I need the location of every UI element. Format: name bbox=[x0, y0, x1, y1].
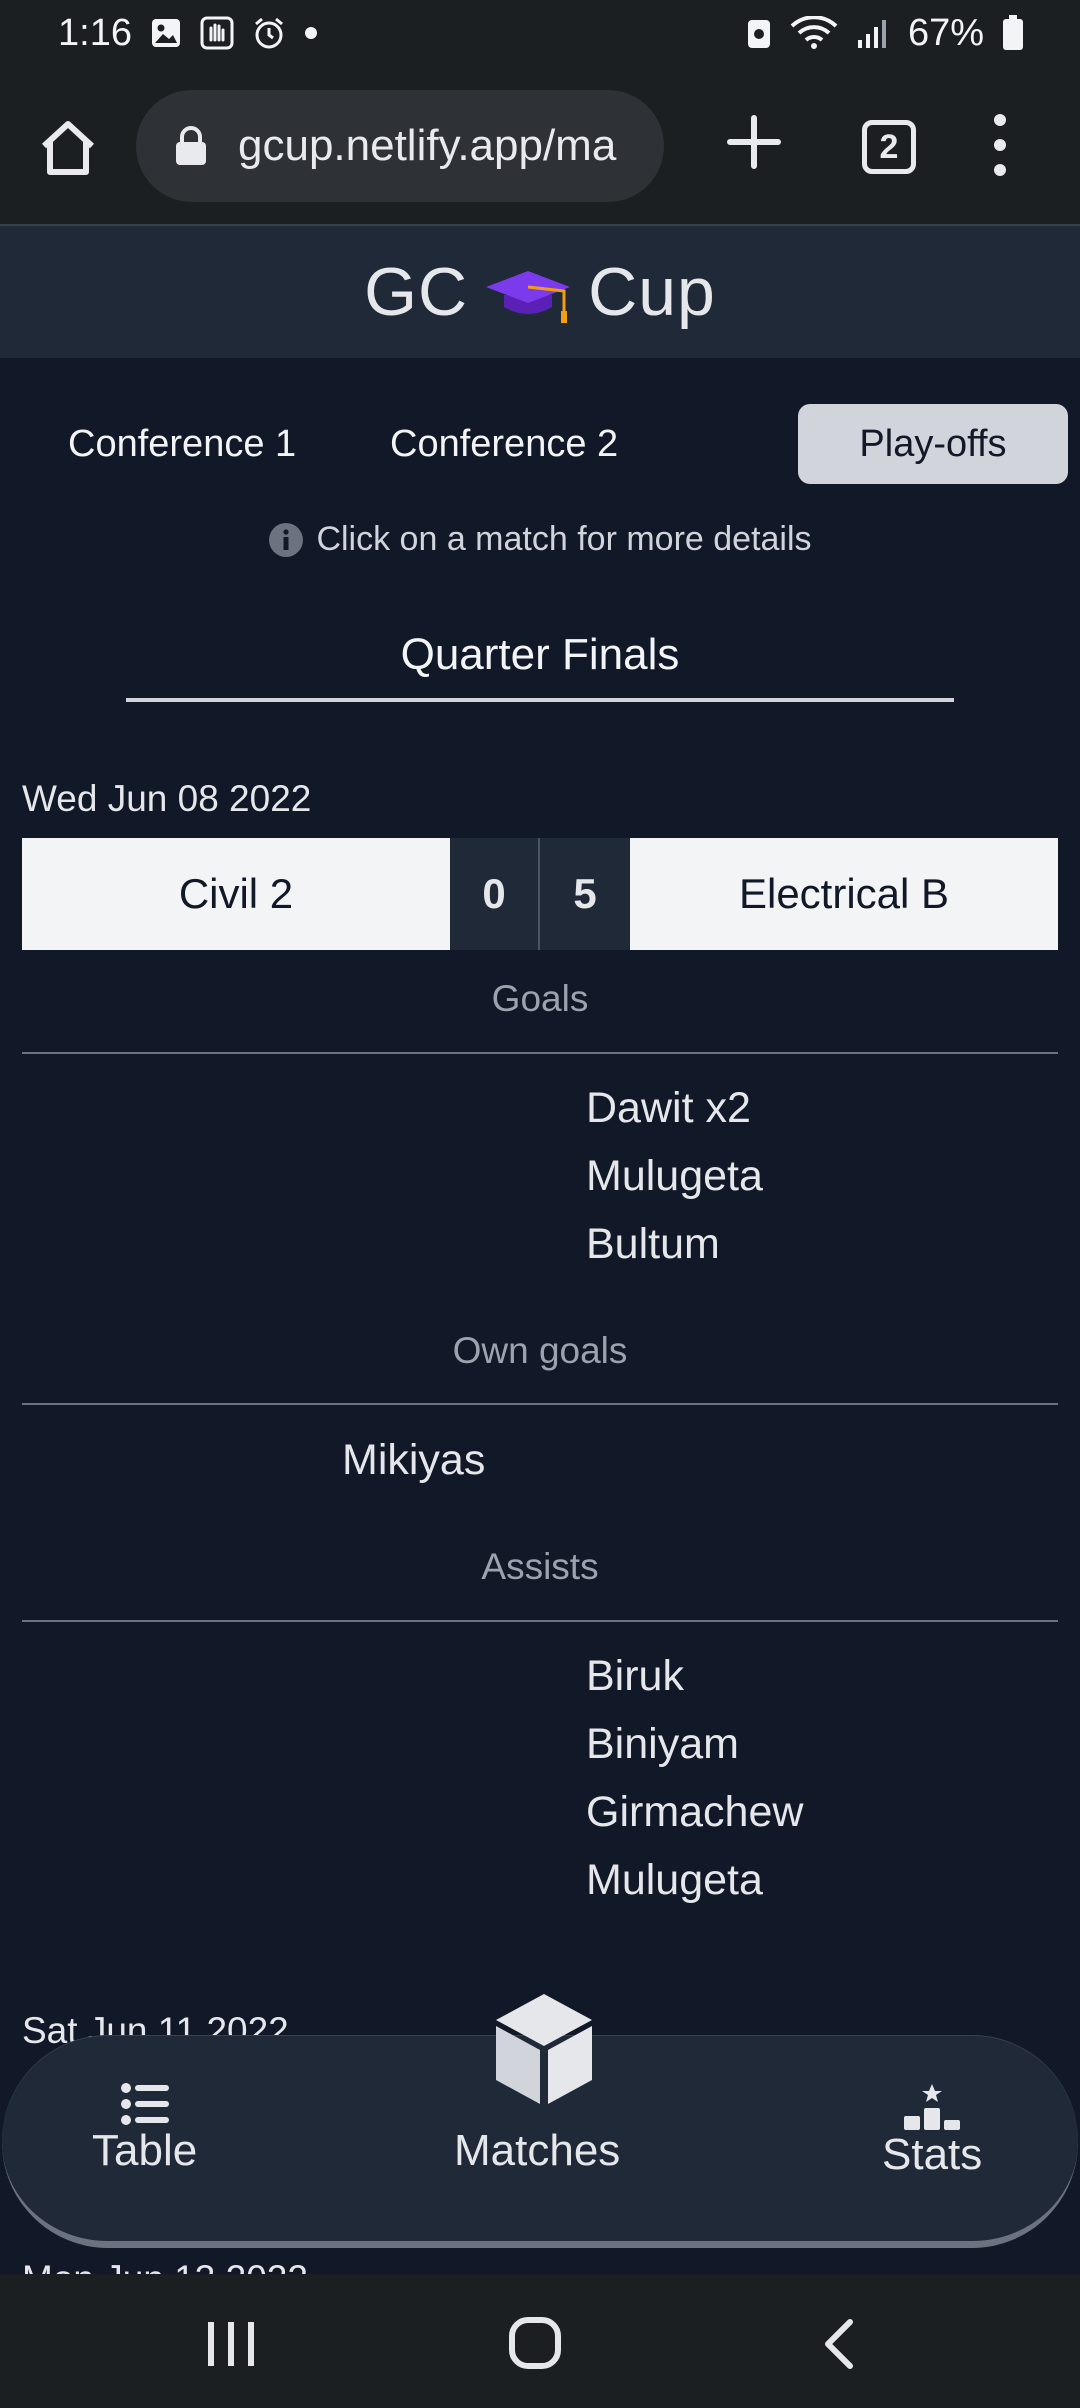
home-button-icon[interactable] bbox=[508, 2316, 562, 2370]
graduation-cap-icon bbox=[486, 271, 571, 323]
round-title: Quarter Finals bbox=[126, 630, 954, 702]
nav-stats-label: Stats bbox=[882, 2130, 983, 2179]
url-text: gcup.netlify.app/ma bbox=[238, 121, 617, 170]
tab-conference-1[interactable]: Conference 1 bbox=[68, 404, 296, 484]
more-options-icon[interactable] bbox=[988, 110, 1012, 180]
cube-icon[interactable] bbox=[492, 1990, 596, 2108]
assist-player: Biniyam bbox=[586, 1720, 739, 1768]
info-text: Click on a match for more details bbox=[316, 520, 812, 558]
assists-label: Assists bbox=[481, 1546, 599, 1587]
list-icon bbox=[120, 2083, 169, 2125]
signal-icon bbox=[856, 16, 890, 50]
recent-apps-icon[interactable] bbox=[206, 2320, 256, 2368]
battery-percent: 67% bbox=[907, 11, 984, 54]
conference-tabs: Conference 1 Conference 2 Play-offs bbox=[0, 404, 1080, 484]
alarm-icon bbox=[252, 16, 286, 50]
lock-icon bbox=[176, 126, 206, 165]
hand-icon bbox=[200, 16, 234, 50]
own-goal-player: Mikiyas bbox=[342, 1436, 486, 1484]
notification-dot-icon bbox=[304, 26, 318, 40]
nav-matches[interactable]: Matches bbox=[454, 2126, 620, 2176]
address-bar[interactable]: gcup.netlify.app/ma bbox=[136, 90, 664, 202]
match-date: Wed Jun 08 2022 bbox=[22, 778, 312, 819]
info-icon bbox=[269, 522, 304, 557]
goal-scorer: Mulugeta bbox=[586, 1152, 763, 1200]
assist-player: Girmachew bbox=[586, 1788, 804, 1836]
goals-divider bbox=[22, 1052, 1058, 1054]
nav-matches-label: Matches bbox=[454, 2126, 621, 2175]
brand-logo[interactable]: GC Cup bbox=[364, 253, 716, 331]
back-icon[interactable] bbox=[820, 2318, 856, 2370]
away-team[interactable]: Electrical B bbox=[630, 838, 1058, 950]
brand-left: GC bbox=[364, 254, 469, 330]
goals-label: Goals bbox=[491, 978, 589, 1019]
away-score: 5 bbox=[540, 838, 630, 950]
own-goals-label: Own goals bbox=[452, 1330, 628, 1371]
nav-table-label: Table bbox=[92, 2126, 198, 2175]
info-hint: Click on a match for more details bbox=[0, 520, 1080, 559]
home-team[interactable]: Civil 2 bbox=[22, 838, 450, 950]
match-row[interactable]: Civil 2 0 5 Electrical B bbox=[22, 838, 1058, 950]
tab-switcher-button[interactable]: 2 bbox=[862, 120, 916, 174]
status-bar: 1:16 67% bbox=[0, 0, 1080, 66]
tab-play-offs[interactable]: Play-offs bbox=[798, 404, 1068, 484]
browser-toolbar: gcup.netlify.app/ma 2 bbox=[0, 66, 1080, 224]
wifi-icon bbox=[790, 16, 838, 50]
status-time: 1:16 bbox=[58, 11, 132, 54]
gallery-icon bbox=[150, 17, 182, 49]
podium-icon bbox=[904, 2084, 961, 2130]
goal-scorer: Bultum bbox=[586, 1220, 720, 1268]
goal-scorer: Dawit x2 bbox=[586, 1084, 751, 1132]
data-saver-icon bbox=[746, 16, 772, 50]
nav-table[interactable]: Table bbox=[92, 2082, 197, 2176]
assist-player: Mulugeta bbox=[586, 1856, 763, 1904]
home-icon[interactable] bbox=[36, 116, 100, 180]
new-tab-icon[interactable] bbox=[726, 114, 782, 170]
assists-divider bbox=[22, 1620, 1058, 1622]
tab-conference-2[interactable]: Conference 2 bbox=[390, 404, 618, 484]
page: 1:16 67% gcup.netlify.app/ma 2 GC Cup Co… bbox=[0, 0, 1080, 2408]
nav-stats[interactable]: Stats bbox=[882, 2082, 982, 2180]
system-navigation-bar bbox=[0, 2274, 1080, 2408]
app-header: GC Cup bbox=[0, 224, 1080, 358]
own-goals-divider bbox=[22, 1403, 1058, 1405]
assist-player: Biruk bbox=[586, 1652, 684, 1700]
home-score: 0 bbox=[450, 838, 540, 950]
brand-right: Cup bbox=[588, 254, 716, 330]
battery-icon bbox=[1002, 15, 1024, 51]
